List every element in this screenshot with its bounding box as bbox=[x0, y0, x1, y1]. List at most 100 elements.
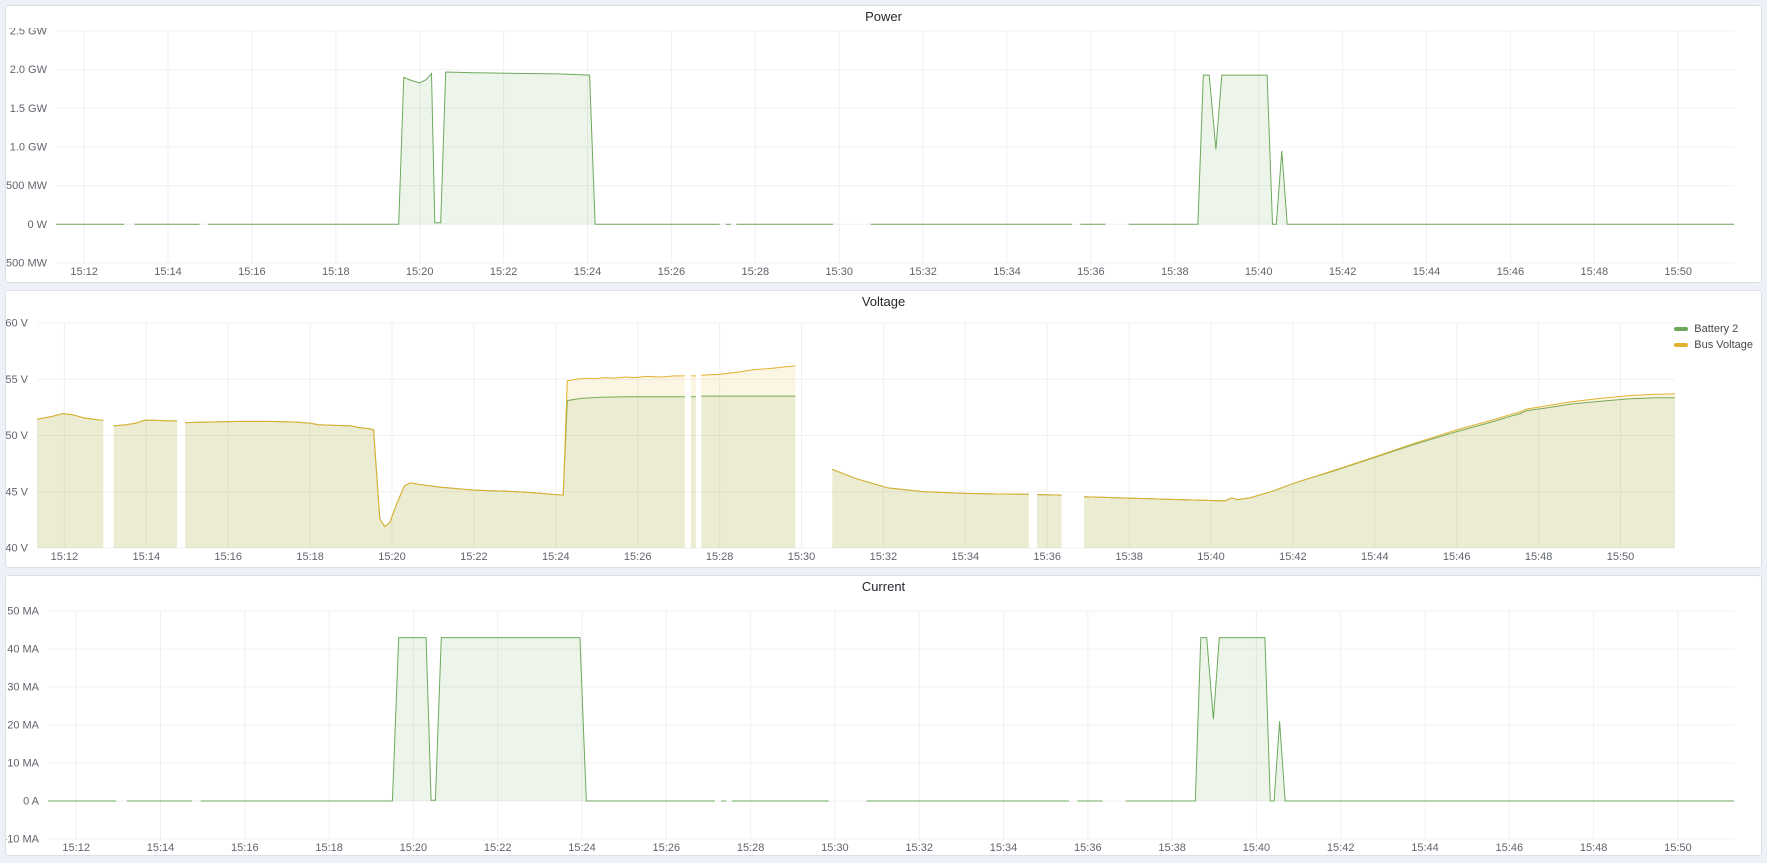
power-chart-svg: 15:1215:1415:1615:1815:2015:2215:2415:26… bbox=[6, 28, 1761, 281]
svg-text:15:16: 15:16 bbox=[238, 266, 266, 278]
svg-text:1.5 GW: 1.5 GW bbox=[10, 103, 48, 115]
svg-text:15:44: 15:44 bbox=[1361, 551, 1389, 563]
svg-text:0 W: 0 W bbox=[27, 219, 47, 231]
voltage-legend: Battery 2 Bus Voltage bbox=[1674, 321, 1753, 353]
svg-text:15:28: 15:28 bbox=[742, 266, 770, 278]
svg-text:2.0 GW: 2.0 GW bbox=[10, 64, 48, 76]
svg-text:15:28: 15:28 bbox=[737, 842, 765, 854]
current-chart-canvas[interactable]: 15:12 15:14 15:16 15:18 15:20 15:22 15:24 15:26… bbox=[6, 598, 1761, 856]
svg-text:-10 MA: -10 MA bbox=[6, 834, 40, 846]
svg-text:15:32: 15:32 bbox=[905, 842, 933, 854]
svg-text:55 V: 55 V bbox=[6, 374, 29, 386]
svg-text:10 MA: 10 MA bbox=[7, 758, 39, 770]
voltage-chart-canvas[interactable]: 15:12 15:14 15:16 15:18 15:20 15:22 15:24 15:26… bbox=[6, 313, 1761, 566]
panel-header-power[interactable]: Power bbox=[6, 6, 1761, 28]
svg-text:15:24: 15:24 bbox=[542, 551, 570, 563]
svg-text:15:38: 15:38 bbox=[1115, 551, 1143, 563]
svg-text:0 A: 0 A bbox=[23, 796, 40, 808]
svg-text:15:46: 15:46 bbox=[1443, 551, 1471, 563]
svg-text:15:14: 15:14 bbox=[154, 266, 182, 278]
legend-label-battery-2: Battery 2 bbox=[1694, 323, 1738, 335]
svg-text:15:44: 15:44 bbox=[1413, 266, 1441, 278]
panel-header-voltage[interactable]: Voltage bbox=[6, 291, 1761, 313]
svg-text:30 MA: 30 MA bbox=[7, 682, 39, 694]
svg-text:15:48: 15:48 bbox=[1581, 266, 1609, 278]
svg-text:15:26: 15:26 bbox=[658, 266, 686, 278]
panel-title-power[interactable]: Power bbox=[865, 6, 902, 28]
panel-title-current[interactable]: Current bbox=[862, 576, 905, 598]
svg-text:45 V: 45 V bbox=[6, 486, 29, 498]
svg-text:15:30: 15:30 bbox=[821, 842, 849, 854]
svg-text:15:50: 15:50 bbox=[1607, 551, 1635, 563]
svg-text:15:30: 15:30 bbox=[825, 266, 853, 278]
svg-text:15:50: 15:50 bbox=[1664, 842, 1692, 854]
svg-text:15:42: 15:42 bbox=[1279, 551, 1307, 563]
series-swatch-bus-voltage bbox=[1674, 343, 1688, 347]
panel-power: Power 15:12 15:14 15:16 15:18 15:20 15:22 15:2… bbox=[5, 5, 1762, 283]
svg-text:15:18: 15:18 bbox=[315, 842, 343, 854]
svg-text:20 MA: 20 MA bbox=[7, 720, 39, 732]
svg-text:15:38: 15:38 bbox=[1158, 842, 1186, 854]
svg-text:2.5 GW: 2.5 GW bbox=[10, 28, 48, 38]
svg-text:15:14: 15:14 bbox=[133, 551, 161, 563]
svg-text:50 V: 50 V bbox=[6, 430, 29, 442]
svg-text:15:12: 15:12 bbox=[62, 842, 90, 854]
svg-text:15:16: 15:16 bbox=[231, 842, 259, 854]
current-chart-svg: 15:12 15:14 15:16 15:18 15:20 15:22 15:24 15:26… bbox=[6, 598, 1761, 856]
dashboard: Power 15:12 15:14 15:16 15:18 15:20 15:22 15:2… bbox=[0, 0, 1767, 863]
svg-text:500 MW: 500 MW bbox=[6, 180, 48, 192]
svg-text:15:50: 15:50 bbox=[1664, 266, 1692, 278]
panel-voltage: Voltage Battery 2 Bus Voltage 15:12 15:14… bbox=[5, 290, 1762, 568]
svg-text:15:46: 15:46 bbox=[1497, 266, 1525, 278]
svg-text:15:46: 15:46 bbox=[1496, 842, 1524, 854]
svg-text:15:30: 15:30 bbox=[788, 551, 816, 563]
svg-text:15:28: 15:28 bbox=[706, 551, 734, 563]
legend-item-bus-voltage[interactable]: Bus Voltage bbox=[1674, 337, 1753, 353]
power-chart-canvas[interactable]: 15:1215:1415:1615:1815:2015:2215:2415:26… bbox=[6, 28, 1761, 281]
svg-text:15:38: 15:38 bbox=[1161, 266, 1189, 278]
svg-text:15:34: 15:34 bbox=[993, 266, 1021, 278]
svg-text:15:20: 15:20 bbox=[400, 842, 428, 854]
svg-text:15:32: 15:32 bbox=[870, 551, 898, 563]
svg-text:15:44: 15:44 bbox=[1411, 842, 1439, 854]
voltage-chart-svg: 15:12 15:14 15:16 15:18 15:20 15:22 15:24 15:26… bbox=[6, 313, 1761, 566]
svg-text:15:34: 15:34 bbox=[952, 551, 980, 563]
svg-text:-500 MW: -500 MW bbox=[6, 258, 48, 270]
svg-text:50 MA: 50 MA bbox=[7, 606, 39, 618]
svg-text:60 V: 60 V bbox=[6, 318, 29, 330]
svg-text:15:18: 15:18 bbox=[296, 551, 324, 563]
svg-text:15:22: 15:22 bbox=[484, 842, 512, 854]
svg-text:15:40: 15:40 bbox=[1245, 266, 1273, 278]
svg-text:15:20: 15:20 bbox=[406, 266, 434, 278]
svg-text:15:22: 15:22 bbox=[490, 266, 518, 278]
legend-label-bus-voltage: Bus Voltage bbox=[1694, 339, 1753, 351]
svg-text:15:16: 15:16 bbox=[214, 551, 242, 563]
svg-text:1.0 GW: 1.0 GW bbox=[10, 142, 48, 154]
svg-text:15:12: 15:12 bbox=[70, 266, 98, 278]
series-swatch-battery-2 bbox=[1674, 327, 1688, 331]
svg-text:15:14: 15:14 bbox=[147, 842, 175, 854]
svg-text:15:48: 15:48 bbox=[1525, 551, 1553, 563]
svg-text:15:22: 15:22 bbox=[460, 551, 488, 563]
svg-text:15:26: 15:26 bbox=[624, 551, 652, 563]
legend-item-battery-2[interactable]: Battery 2 bbox=[1674, 321, 1753, 337]
svg-text:15:48: 15:48 bbox=[1580, 842, 1608, 854]
svg-text:15:24: 15:24 bbox=[568, 842, 596, 854]
svg-text:40 V: 40 V bbox=[6, 543, 29, 555]
svg-text:15:42: 15:42 bbox=[1329, 266, 1357, 278]
svg-text:15:12: 15:12 bbox=[51, 551, 79, 563]
svg-text:15:40: 15:40 bbox=[1197, 551, 1225, 563]
svg-text:15:40: 15:40 bbox=[1243, 842, 1271, 854]
svg-text:15:26: 15:26 bbox=[653, 842, 681, 854]
svg-text:15:36: 15:36 bbox=[1077, 266, 1105, 278]
panel-header-current[interactable]: Current bbox=[6, 576, 1761, 598]
svg-text:15:18: 15:18 bbox=[322, 266, 350, 278]
panel-title-voltage[interactable]: Voltage bbox=[862, 291, 905, 313]
svg-text:15:34: 15:34 bbox=[990, 842, 1018, 854]
svg-text:15:36: 15:36 bbox=[1074, 842, 1102, 854]
svg-text:15:36: 15:36 bbox=[1033, 551, 1061, 563]
svg-text:15:32: 15:32 bbox=[909, 266, 937, 278]
panel-current: Current 15:1215:1415:1615:1815:2015:2215… bbox=[5, 575, 1762, 856]
svg-text:15:42: 15:42 bbox=[1327, 842, 1355, 854]
svg-text:15:20: 15:20 bbox=[378, 551, 406, 563]
